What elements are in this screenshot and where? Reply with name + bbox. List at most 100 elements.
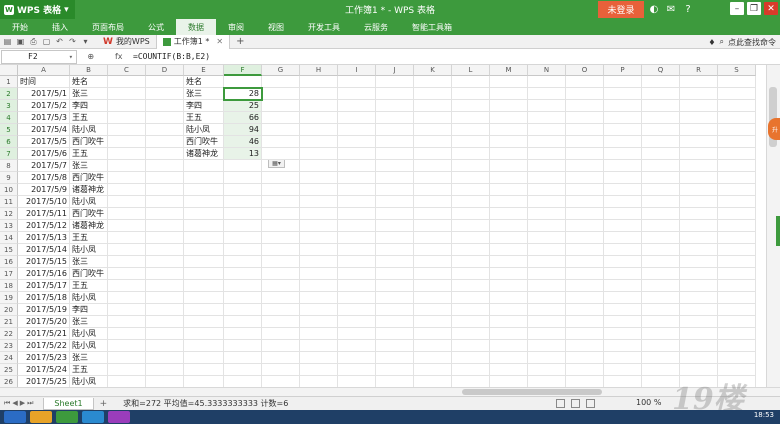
cell[interactable]	[146, 268, 184, 280]
cell[interactable]	[262, 268, 300, 280]
cell[interactable]: 西门吹牛	[184, 136, 224, 148]
cell[interactable]: 王五	[70, 280, 108, 292]
cell[interactable]	[528, 172, 566, 184]
spreadsheet-grid[interactable]: ▦▾ A B C D E F G H I J K L M N O P Q R S 1 时间 姓名 姓名 2 2017/5/1 张三…	[0, 65, 766, 387]
cell[interactable]	[604, 280, 642, 292]
close-tab-icon[interactable]: ✕	[216, 37, 223, 46]
cell[interactable]	[566, 364, 604, 376]
cell[interactable]	[376, 256, 414, 268]
cell[interactable]	[262, 232, 300, 244]
cell[interactable]	[414, 256, 452, 268]
row-header[interactable]: 19	[0, 292, 18, 304]
cell[interactable]	[452, 316, 490, 328]
browser-icon[interactable]	[82, 411, 104, 423]
cell[interactable]	[718, 340, 756, 352]
cell[interactable]	[642, 172, 680, 184]
cell[interactable]	[642, 304, 680, 316]
cell[interactable]	[604, 340, 642, 352]
cell[interactable]	[490, 364, 528, 376]
cell[interactable]: 王五	[70, 232, 108, 244]
cell[interactable]	[338, 76, 376, 88]
cell[interactable]	[146, 304, 184, 316]
cell[interactable]	[108, 124, 146, 136]
cell[interactable]	[680, 88, 718, 100]
cell[interactable]	[146, 256, 184, 268]
cell[interactable]	[376, 316, 414, 328]
row-header[interactable]: 5	[0, 124, 18, 136]
next-sheet-icon[interactable]: ▶	[20, 399, 25, 408]
cell[interactable]	[224, 172, 262, 184]
cell[interactable]: 28	[223, 87, 263, 101]
cell[interactable]	[528, 316, 566, 328]
cell[interactable]	[490, 208, 528, 220]
menu-view[interactable]: 视图	[256, 19, 296, 35]
cell[interactable]	[566, 112, 604, 124]
cell[interactable]	[680, 256, 718, 268]
column-header-r[interactable]: R	[680, 65, 718, 76]
cell[interactable]	[300, 220, 338, 232]
cell[interactable]	[604, 292, 642, 304]
cell[interactable]	[528, 220, 566, 232]
cell[interactable]	[184, 280, 224, 292]
cell[interactable]	[604, 76, 642, 88]
cell[interactable]	[604, 304, 642, 316]
cell[interactable]	[604, 148, 642, 160]
cell[interactable]	[642, 88, 680, 100]
cell[interactable]	[680, 184, 718, 196]
cell[interactable]	[108, 148, 146, 160]
column-header-m[interactable]: M	[490, 65, 528, 76]
cell[interactable]	[642, 328, 680, 340]
cell[interactable]	[642, 100, 680, 112]
cell[interactable]	[262, 148, 300, 160]
column-header-i[interactable]: I	[338, 65, 376, 76]
row-header[interactable]: 4	[0, 112, 18, 124]
cell[interactable]	[452, 256, 490, 268]
cell[interactable]	[262, 136, 300, 148]
cell[interactable]	[680, 268, 718, 280]
cell[interactable]	[262, 160, 300, 172]
cell[interactable]	[184, 292, 224, 304]
sheet-tab-sheet1[interactable]: Sheet1	[43, 397, 94, 410]
cell[interactable]	[642, 244, 680, 256]
cell[interactable]	[566, 160, 604, 172]
cell[interactable]	[452, 352, 490, 364]
cell[interactable]	[300, 76, 338, 88]
cell[interactable]	[604, 184, 642, 196]
cell[interactable]	[718, 220, 756, 232]
cell[interactable]	[262, 220, 300, 232]
cell[interactable]	[680, 328, 718, 340]
cell[interactable]	[642, 196, 680, 208]
row-header[interactable]: 9	[0, 172, 18, 184]
cell[interactable]	[604, 88, 642, 100]
cell[interactable]	[642, 340, 680, 352]
cell[interactable]	[718, 328, 756, 340]
cell[interactable]	[642, 160, 680, 172]
cell[interactable]	[108, 76, 146, 88]
cell[interactable]	[262, 76, 300, 88]
feedback-icon[interactable]: ✉	[665, 2, 677, 16]
cell[interactable]	[184, 160, 224, 172]
new-tab-button[interactable]: +	[236, 36, 244, 47]
cell[interactable]	[604, 268, 642, 280]
cell[interactable]	[300, 124, 338, 136]
cell[interactable]	[376, 364, 414, 376]
horizontal-scrollbar[interactable]	[0, 387, 780, 396]
cell[interactable]	[566, 352, 604, 364]
cell[interactable]	[414, 328, 452, 340]
cell[interactable]	[452, 136, 490, 148]
column-header-n[interactable]: N	[528, 65, 566, 76]
cell[interactable]	[108, 304, 146, 316]
column-header-q[interactable]: Q	[642, 65, 680, 76]
save-icon[interactable]: ▣	[15, 36, 26, 47]
cell[interactable]	[108, 340, 146, 352]
cell[interactable]	[184, 244, 224, 256]
cell[interactable]	[490, 184, 528, 196]
cell[interactable]	[604, 256, 642, 268]
cell[interactable]	[604, 220, 642, 232]
cell[interactable]	[224, 256, 262, 268]
row-header[interactable]: 13	[0, 220, 18, 232]
cell[interactable]	[528, 292, 566, 304]
cell[interactable]: 2017/5/2	[18, 100, 70, 112]
cell[interactable]	[300, 268, 338, 280]
column-header-g[interactable]: G	[262, 65, 300, 76]
